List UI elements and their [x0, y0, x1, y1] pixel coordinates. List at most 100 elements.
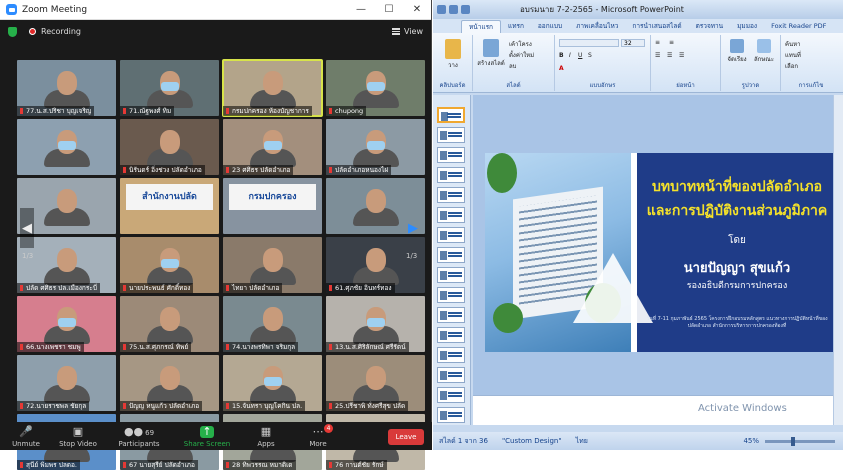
- quick-styles-button[interactable]: ลักษณะ: [751, 39, 777, 64]
- share-screen-button[interactable]: ↑ Share Screen: [174, 426, 240, 449]
- align-left-icon[interactable]: ☰: [655, 52, 660, 59]
- slide-thumbnail[interactable]: [437, 367, 465, 383]
- slide-thumbnail[interactable]: [437, 247, 465, 263]
- slide-thumbnail[interactable]: [437, 147, 465, 163]
- participant-tile[interactable]: 71.ณัฐพงศ์ ทิม: [120, 60, 219, 116]
- stop-video-button[interactable]: ▣ Stop Video: [52, 426, 104, 449]
- participant-tile[interactable]: 23 ศศิธร ปลัดอำเภอ: [223, 119, 322, 175]
- align-center-icon[interactable]: ☰: [667, 52, 672, 59]
- tab-design[interactable]: ออกแบบ: [531, 20, 569, 33]
- slide-thumbnail[interactable]: [437, 347, 465, 363]
- align-right-icon[interactable]: ☰: [679, 52, 684, 59]
- apps-button[interactable]: ▦ Apps: [240, 426, 292, 449]
- participant-tile[interactable]: 25.ปรีชาพิ ทั่งศรีสุข ปลัด: [326, 355, 425, 411]
- slide-thumbnail[interactable]: [437, 387, 465, 403]
- security-shield-icon[interactable]: [8, 26, 17, 37]
- participants-button[interactable]: ●● 69 Participants: [104, 426, 174, 449]
- underline-button[interactable]: U: [578, 52, 582, 59]
- participant-tile[interactable]: กรมปกครอง ห้องบัญชาการ: [222, 59, 323, 117]
- font-size-box[interactable]: 32: [621, 39, 645, 47]
- participant-tile[interactable]: ปัญญ หนูแก้ว ปลัดอำเภอ: [120, 355, 219, 411]
- tab-home[interactable]: หน้าแรก: [461, 20, 501, 33]
- zoom-slider-thumb[interactable]: [791, 436, 795, 446]
- participant-tile[interactable]: 13.น.ส.ศิริลักษณ์ ศรีรัตน์: [326, 296, 425, 352]
- close-button[interactable]: ✕: [403, 4, 431, 15]
- participant-tile[interactable]: นิรันดร์ อิ่งช่วง ปลัดอำเภอ: [120, 119, 219, 175]
- unmute-button[interactable]: 🎤 Unmute: [0, 426, 52, 449]
- participant-tile[interactable]: 72.นายราชพล ชัยกุล: [17, 355, 116, 411]
- paste-button[interactable]: วาง: [439, 39, 467, 70]
- strikethrough-button[interactable]: S: [588, 52, 592, 59]
- participant-face: [56, 71, 77, 95]
- participant-tile[interactable]: chupong: [326, 60, 425, 116]
- delete-slide-button[interactable]: ลบ: [509, 61, 517, 71]
- slide-thumbnail[interactable]: [437, 127, 465, 143]
- zoom-logo-icon: [6, 4, 17, 15]
- page-indicator-left: 1/3: [22, 252, 34, 260]
- tab-slideshow[interactable]: การนำเสนอสไลด์: [625, 20, 688, 33]
- participant-tile[interactable]: ไทยา ปลัดอำเภอ: [223, 237, 322, 293]
- slide-thumbnail[interactable]: [437, 267, 465, 283]
- face-mask: [57, 141, 76, 150]
- maximize-button[interactable]: ☐: [375, 4, 403, 15]
- tab-foxit[interactable]: Foxit Reader PDF: [764, 20, 833, 33]
- slide-thumbnail[interactable]: [437, 107, 465, 123]
- participant-tile[interactable]: สำนักงานปลัด: [120, 178, 219, 234]
- slide-thumbnails-pane[interactable]: [433, 95, 471, 425]
- undo-icon[interactable]: [461, 5, 470, 14]
- italic-button[interactable]: I: [569, 52, 571, 59]
- participant-tile[interactable]: นายประพนธ์ ศักดิ์ทอง: [120, 237, 219, 293]
- participant-name: 23 ศศิธร ปลัดอำเภอ: [223, 165, 294, 175]
- tab-animations[interactable]: ภาพเคลื่อนไหว: [569, 20, 625, 33]
- thumbnail-image: [440, 251, 447, 260]
- find-button[interactable]: ค้นหา: [785, 39, 800, 49]
- slide-thumbnail[interactable]: [437, 227, 465, 243]
- tab-insert[interactable]: แทรก: [501, 20, 531, 33]
- numbering-icon[interactable]: ≡: [669, 39, 674, 46]
- thumbnail-image: [440, 171, 447, 180]
- slide-thumbnail[interactable]: [437, 187, 465, 203]
- next-page-button[interactable]: ▶: [406, 208, 420, 248]
- zoom-slider[interactable]: [765, 436, 835, 446]
- slide-thumbnail[interactable]: [437, 327, 465, 343]
- new-slide-button[interactable]: สร้างสไลด์: [477, 39, 505, 68]
- leave-button[interactable]: Leave: [388, 429, 424, 445]
- minimize-button[interactable]: —: [347, 4, 375, 15]
- ppt-window-title: อบรมนาย 7-2-2565 - Microsoft PowerPoint: [520, 5, 684, 14]
- replace-button[interactable]: แทนที่: [785, 50, 801, 60]
- more-button[interactable]: ⋯ 4 More: [292, 424, 344, 448]
- current-slide[interactable]: บทบาทหน้าที่ของปลัดอำเภอ และการปฏิบัติงา…: [485, 153, 833, 352]
- quick-styles-label: ลักษณะ: [753, 56, 775, 63]
- view-button[interactable]: View: [392, 27, 423, 36]
- bold-button[interactable]: B: [559, 52, 564, 59]
- slide-thumbnail[interactable]: [437, 407, 465, 423]
- participant-tile[interactable]: 75.น.ส.ศุภกรณ์ ทิพย์: [120, 296, 219, 352]
- participant-tile[interactable]: 74.นางพรทิพา จริมกุล: [223, 296, 322, 352]
- slide-thumbnail[interactable]: [437, 207, 465, 223]
- slide-thumbnail[interactable]: [437, 167, 465, 183]
- bullets-icon[interactable]: ≡: [655, 39, 660, 46]
- office-button-icon[interactable]: [437, 5, 446, 14]
- font-color-button[interactable]: A: [559, 65, 564, 72]
- participant-tile[interactable]: 66.นางเพชรา ชมพู: [17, 296, 116, 352]
- new-slide-icon: [483, 39, 499, 57]
- font-name-box[interactable]: [559, 39, 619, 47]
- previous-page-button[interactable]: ◀: [20, 208, 34, 248]
- vertical-scrollbar[interactable]: [833, 95, 843, 425]
- tab-view[interactable]: มุมมอง: [730, 20, 764, 33]
- ribbon: วาง คลิปบอร์ด สร้างสไลด์ เค้าโครง ตั้งค่…: [433, 33, 843, 93]
- participant-tile[interactable]: 77.น.ส.ปริชา บุญเจริญ: [17, 60, 116, 116]
- slide-thumbnail[interactable]: [437, 307, 465, 323]
- arrange-button[interactable]: จัดเรียง: [725, 39, 749, 64]
- thumbnail-text: [448, 272, 462, 274]
- participant-tile[interactable]: [17, 119, 116, 175]
- tab-review[interactable]: ตรวจทาน: [689, 20, 731, 33]
- select-button[interactable]: เลือก: [785, 61, 798, 71]
- participant-tile[interactable]: 15.จันทรา บุญโคกิน ปล.: [223, 355, 322, 411]
- reset-button[interactable]: ตั้งค่าใหม่: [509, 50, 534, 60]
- participant-tile[interactable]: กรมปกครอง: [223, 178, 322, 234]
- slide-thumbnail[interactable]: [437, 287, 465, 303]
- layout-button[interactable]: เค้าโครง: [509, 39, 532, 49]
- save-icon[interactable]: [449, 5, 458, 14]
- participant-tile[interactable]: ปลัดอำเภอหนองไผ่: [326, 119, 425, 175]
